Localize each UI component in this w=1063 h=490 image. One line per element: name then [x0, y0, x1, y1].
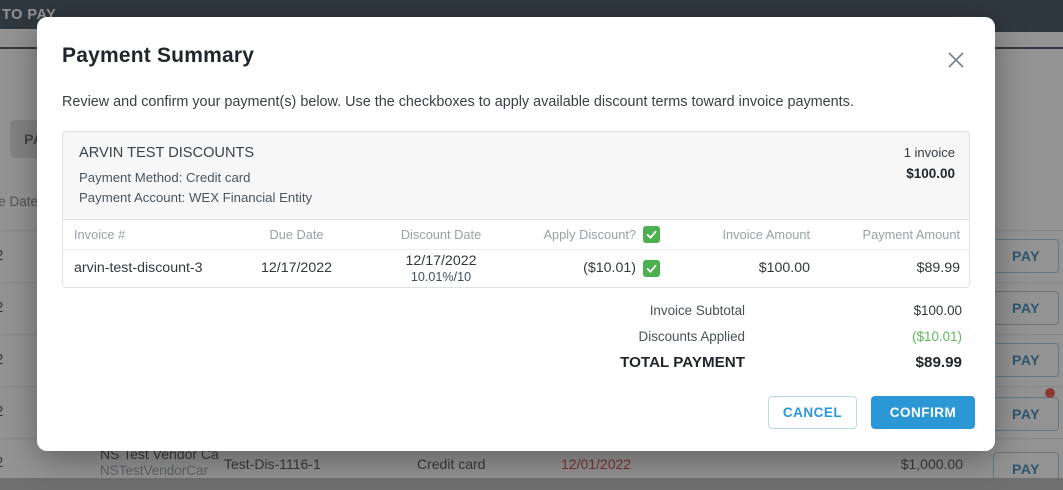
header-due-date: Due Date [249, 227, 344, 242]
discounts-applied-value: ($10.01) [745, 324, 962, 350]
payment-method: Payment Method: Credit card [79, 168, 312, 188]
invoice-table-header: Invoice # Due Date Discount Date Apply D… [63, 219, 969, 249]
discounts-applied-label: Discounts Applied [639, 324, 745, 350]
confirm-button[interactable]: CONFIRM [871, 396, 975, 429]
payment-account: Payment Account: WEX Financial Entity [79, 188, 312, 208]
cell-invoice-amount: $100.00 [660, 260, 810, 276]
cell-discount-amount: ($10.01) [583, 260, 636, 276]
total-payment-label: TOTAL PAYMENT [620, 350, 745, 376]
subtotal-value: $100.00 [745, 298, 962, 324]
cancel-button[interactable]: CANCEL [768, 396, 857, 429]
total-payment-value: $89.99 [745, 350, 962, 376]
dialog-description: Review and confirm your payment(s) below… [62, 94, 854, 110]
cell-discount-date: 12/17/2022 [344, 253, 538, 269]
cell-payment-amount: $89.99 [810, 260, 960, 276]
header-invoice: Invoice # [74, 227, 249, 242]
totals-summary: Invoice Subtotal $100.00 Discounts Appli… [620, 298, 962, 376]
cell-invoice-number: arvin-test-discount-3 [74, 260, 249, 276]
vendor-summary: ARVIN TEST DISCOUNTS Payment Method: Cre… [63, 132, 969, 219]
apply-discount-checkbox[interactable] [643, 260, 660, 277]
group-total: $100.00 [904, 166, 955, 181]
payment-summary-dialog: Payment Summary Review and confirm your … [37, 17, 995, 451]
invoice-count: 1 invoice [904, 145, 955, 160]
header-apply-discount: Apply Discount? [544, 227, 636, 242]
apply-all-discounts-checkbox[interactable] [643, 226, 660, 243]
subtotal-label: Invoice Subtotal [650, 298, 745, 324]
vendor-name: ARVIN TEST DISCOUNTS [79, 145, 312, 161]
cell-due-date: 12/17/2022 [249, 260, 344, 276]
cell-discount-terms: 10.01%/10 [344, 270, 538, 284]
close-icon[interactable] [946, 50, 966, 70]
header-invoice-amount: Invoice Amount [660, 227, 810, 242]
invoice-row: arvin-test-discount-3 12/17/2022 12/17/2… [63, 249, 969, 287]
payment-group-panel: ARVIN TEST DISCOUNTS Payment Method: Cre… [62, 131, 970, 288]
header-discount-date: Discount Date [344, 227, 538, 242]
header-payment-amount: Payment Amount [810, 227, 960, 242]
dialog-title: Payment Summary [62, 44, 254, 68]
